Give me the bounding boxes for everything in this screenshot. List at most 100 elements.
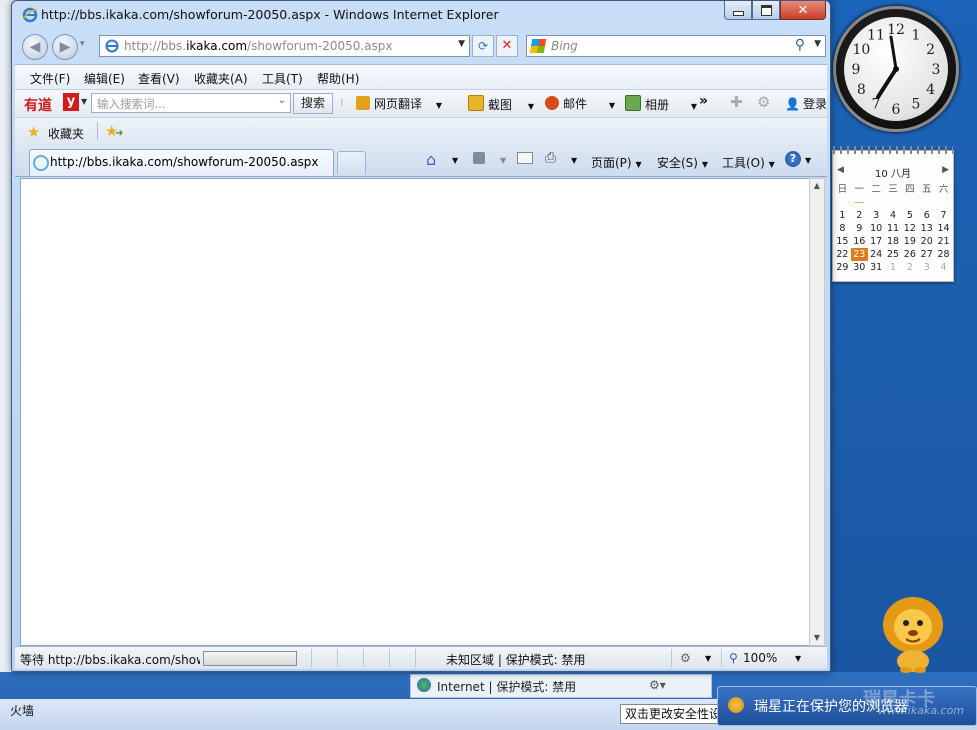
calendar-day[interactable]: 28 [935,248,952,261]
calendar-day[interactable]: 27 [918,248,935,261]
address-bar[interactable]: http://bbs.ikaka.com/showforum-20050.asp… [99,35,470,57]
stop-button[interactable]: ✕ [496,35,518,57]
calendar-day[interactable]: 18 [885,235,902,248]
search-dropdown-icon[interactable]: ▼ [814,39,821,49]
youdao-y-button[interactable]: y [63,93,79,111]
tab-active[interactable]: http://bbs.ikaka.com/showforum-20050.asp… [29,149,334,176]
calendar-gadget[interactable]: ◀ 10 八月 ▶ 日一二三四五六 —1 2 3 4 5 6 7 8 9 10 11 12 13 14 15 1… [832,146,954,282]
calendar-day[interactable]: 4 [885,209,902,222]
calendar-day[interactable]: 15 [834,235,851,248]
protected-mode-icon[interactable]: ⚙ [680,651,691,665]
calendar-day[interactable]: 14 [935,222,952,235]
calendar-day[interactable]: 3 [918,261,935,274]
minimize-button[interactable] [724,1,752,20]
security-zone-text[interactable]: 未知区域 | 保护模式: 禁用 [446,651,586,668]
forward-button[interactable]: ▶ [52,34,78,60]
calendar-day[interactable]: 13 [918,222,935,235]
search-icon[interactable]: ⚲ [795,37,805,53]
calendar-day[interactable]: 1 [885,261,902,274]
add-icon[interactable]: ✚ [730,93,743,111]
vertical-scrollbar[interactable]: ▲ ▼ [809,178,825,646]
rising-lion-mascot[interactable] [878,595,948,673]
calendar-day[interactable]: 4 [935,261,952,274]
close-button[interactable]: ✕ [780,1,826,20]
recent-pages-dropdown[interactable]: ▾ [80,39,85,49]
refresh-button[interactable]: ⟳ [472,35,494,57]
address-dropdown-icon[interactable]: ▼ [458,39,465,49]
calendar-day[interactable]: 7 [935,209,952,222]
scroll-down-icon[interactable]: ▼ [810,631,824,645]
calendar-day[interactable]: 12 [901,222,918,235]
rising-notification[interactable]: 瑞星正在保护您的浏览器 瑞星卡卡 www.ikaka.com [717,686,977,726]
maximize-button[interactable] [752,1,780,20]
mail-button[interactable]: 邮件 ▼ [545,95,615,112]
page-menu[interactable]: 页面(P) ▼ [591,154,642,171]
clock-gadget[interactable]: 12 1 2 3 4 5 6 7 8 9 10 11 [833,6,959,132]
calendar-day[interactable]: 2 [851,209,868,222]
calendar-day[interactable]: — [851,196,868,209]
calendar-day[interactable]: 10 [868,222,885,235]
zoom-dropdown-icon[interactable]: ▼ [795,654,801,663]
title-bar[interactable]: http://bbs.ikaka.com/showforum-20050.asp… [12,1,830,29]
calendar-day[interactable] [885,196,902,209]
album-button[interactable]: 相册 ▼ [625,95,697,113]
login-button[interactable]: 👤 登录 [785,95,827,112]
menu-help[interactable]: 帮助(H) [317,70,359,87]
help-icon[interactable]: ? [785,151,801,167]
menu-edit[interactable]: 编辑(E) [84,70,125,87]
calendar-day[interactable]: 25 [885,248,902,261]
feeds-dropdown-icon[interactable]: ▼ [500,156,506,165]
menu-tools[interactable]: 工具(T) [262,70,303,87]
calendar-day[interactable]: 22 [834,248,851,261]
calendar-day[interactable] [868,196,885,209]
translate-button[interactable]: 网页翻译 ▼ [356,95,442,112]
favorites-button[interactable]: 收藏夹 [48,125,84,142]
calendar-day[interactable]: 6 [918,209,935,222]
calendar-day[interactable]: 17 [868,235,885,248]
calendar-day[interactable]: 21 [935,235,952,248]
calendar-day[interactable]: 24 [868,248,885,261]
print-dropdown-icon[interactable]: ▼ [571,156,577,165]
calendar-day[interactable] [901,196,918,209]
calendar-day[interactable]: 19 [901,235,918,248]
next-month-icon[interactable]: ▶ [942,165,949,175]
youdao-input-dropdown-icon[interactable]: ⌄ [278,95,286,106]
feeds-icon[interactable] [473,152,485,164]
youdao-search-input[interactable]: 输入搜索词... ⌄ [91,93,291,113]
calendar-day[interactable] [834,196,851,209]
page-content[interactable] [20,178,810,646]
calendar-today[interactable]: 23 [850,248,868,261]
calendar-day[interactable]: 30 [851,261,868,274]
calendar-day[interactable]: 20 [918,235,935,248]
youdao-logo[interactable]: 有道 [24,95,52,115]
calendar-day[interactable] [918,196,935,209]
print-icon[interactable]: ⎙ [545,150,556,166]
home-icon[interactable]: ⌂ [426,150,436,169]
zoom-level[interactable]: 100% [743,651,777,665]
calendar-day[interactable]: 9 [851,222,868,235]
calendar-day[interactable]: 1 [834,209,851,222]
new-tab-button[interactable] [337,151,366,174]
menu-favorites[interactable]: 收藏夹(A) [194,70,248,87]
calendar-day[interactable]: 3 [868,209,885,222]
youdao-dropdown-icon[interactable]: ▼ [81,97,87,106]
menu-view[interactable]: 查看(V) [138,70,180,87]
search-box[interactable]: Bing ⚲ ▼ [526,35,826,57]
calendar-day[interactable]: 2 [901,261,918,274]
calendar-day[interactable]: 26 [901,248,918,261]
youdao-search-button[interactable]: 搜索 [293,93,333,114]
help-dropdown-icon[interactable]: ▼ [805,156,811,165]
back-button[interactable]: ◀ [22,34,48,60]
settings-gear-icon[interactable]: ⚙ [757,93,770,111]
calendar-day[interactable]: 11 [885,222,902,235]
calendar-day[interactable]: 8 [834,222,851,235]
menu-file[interactable]: 文件(F) [30,70,70,87]
calendar-day[interactable]: 31 [868,261,885,274]
safety-menu[interactable]: 安全(S) ▼ [657,154,708,171]
screenshot-button[interactable]: 截图 ▼ [468,95,534,113]
more-button[interactable]: » [699,93,708,109]
protected-dropdown-icon[interactable]: ▼ [705,654,711,663]
calendar-day[interactable]: 5 [901,209,918,222]
tools-menu[interactable]: 工具(O) ▼ [722,154,775,171]
scroll-up-icon[interactable]: ▲ [810,179,824,193]
